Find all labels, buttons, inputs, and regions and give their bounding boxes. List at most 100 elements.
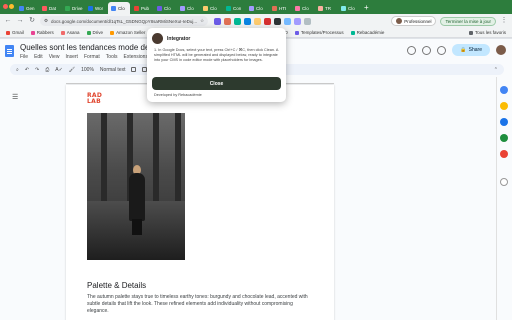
tab-favicon-icon xyxy=(134,5,139,11)
new-tab-button[interactable]: + xyxy=(364,2,369,14)
collapse-toolbar-icon[interactable]: ⌃ xyxy=(494,67,498,73)
browser-tab[interactable]: Clo xyxy=(200,2,222,14)
browser-tab[interactable]: Clo xyxy=(338,2,360,14)
tab-favicon-icon xyxy=(341,5,346,11)
bookmark-item[interactable]: Asana xyxy=(60,30,80,35)
tab-favicon-icon xyxy=(318,5,323,11)
browser-tab[interactable]: Gen xyxy=(16,2,38,14)
popup-instructions: 1. In Google Docs, select your text, pre… xyxy=(154,48,279,62)
spellcheck-icon[interactable]: A✓ xyxy=(55,67,63,73)
browser-tab[interactable]: HTI xyxy=(269,2,291,14)
bookmark-star-icon[interactable]: ☆ xyxy=(200,18,204,24)
extension-icon[interactable] xyxy=(254,17,262,25)
back-arrow-icon[interactable]: ← xyxy=(4,17,12,25)
calendar-icon[interactable] xyxy=(500,86,508,94)
site-info-icon[interactable]: ⚙ xyxy=(44,18,48,24)
folder-icon xyxy=(468,30,473,35)
menu-insert[interactable]: Insert xyxy=(65,54,78,60)
bookmark-favicon-icon xyxy=(294,30,299,35)
close-button[interactable]: Close xyxy=(152,77,281,90)
browser-tab[interactable]: TR xyxy=(315,2,337,14)
address-bar[interactable]: ⚙ docs.google.com/document/d/1qTsL_G5DNG… xyxy=(40,16,209,26)
extension-icon[interactable] xyxy=(284,17,292,25)
extension-icon[interactable] xyxy=(264,17,272,25)
bookmark-item[interactable]: Drive xyxy=(86,30,103,35)
bookmark-favicon-icon xyxy=(110,30,115,35)
browser-tab[interactable]: Wor xyxy=(85,2,107,14)
extension-icon[interactable] xyxy=(244,17,252,25)
add-addon-icon[interactable] xyxy=(500,178,508,186)
browser-tab-active[interactable]: Clo xyxy=(108,2,130,14)
comments-icon[interactable] xyxy=(422,45,432,55)
bookmark-item[interactable]: Rabbers xyxy=(30,30,54,35)
extension-icon[interactable] xyxy=(224,17,232,25)
side-panel xyxy=(496,77,512,320)
maps-icon[interactable] xyxy=(500,150,508,158)
undo-icon[interactable]: ↶ xyxy=(25,67,29,73)
share-button[interactable]: 🔒 Share xyxy=(452,44,490,56)
window-close-icon[interactable] xyxy=(3,4,8,9)
paint-format-icon[interactable]: 🖌 xyxy=(69,67,75,73)
menu-kebab-icon[interactable]: ⋮ xyxy=(500,17,508,25)
profile-label: Professionnel xyxy=(404,18,432,24)
menu-edit[interactable]: Edit xyxy=(34,54,43,60)
all-bookmarks-folder[interactable]: Tous les favoris xyxy=(468,30,506,35)
tab-favicon-icon xyxy=(88,5,93,11)
extensions-row xyxy=(214,17,312,25)
finish-update-button[interactable]: Terminer la mise à jour xyxy=(440,16,496,26)
tab-favicon-icon xyxy=(65,5,70,11)
zoom-select[interactable]: 100% xyxy=(81,67,94,73)
menu-file[interactable]: File xyxy=(20,54,28,60)
profile-avatar-icon xyxy=(396,18,403,24)
reload-icon[interactable]: ↻ xyxy=(28,17,36,25)
browser-tab[interactable]: Con xyxy=(223,2,245,14)
bookmark-item[interactable]: Templates/Processus xyxy=(294,30,344,35)
menu-format[interactable]: Format xyxy=(84,54,100,60)
window-minimize-icon[interactable] xyxy=(9,4,14,9)
tab-favicon-icon xyxy=(226,5,231,11)
keep-icon[interactable] xyxy=(500,102,508,110)
browser-tab[interactable]: Clo xyxy=(292,2,314,14)
google-docs-logo-icon[interactable] xyxy=(5,45,14,57)
forward-arrow-icon[interactable]: → xyxy=(16,17,24,25)
popup-title: Integrator xyxy=(167,36,191,42)
puzzle-icon[interactable] xyxy=(304,17,312,25)
contacts-icon[interactable] xyxy=(500,134,508,142)
browser-tab[interactable]: Drive xyxy=(62,2,84,14)
browser-tab[interactable]: Pub xyxy=(131,2,153,14)
docs-header-actions: 🔒 Share xyxy=(407,44,506,56)
bookmark-item[interactable]: Rebacadémie xyxy=(350,30,384,35)
meet-icon[interactable] xyxy=(437,45,447,55)
search-menus-icon[interactable]: ⌕ xyxy=(16,67,19,73)
browser-tab[interactable]: Clo xyxy=(177,2,199,14)
bookmark-item[interactable]: Gmail xyxy=(6,30,24,35)
tasks-icon[interactable] xyxy=(500,118,508,126)
browser-toolbar: ← → ↻ ⚙ docs.google.com/document/d/1qTsL… xyxy=(0,14,512,28)
style-select[interactable]: Normal text xyxy=(100,67,126,73)
menu-extensions[interactable]: Extensions xyxy=(123,54,147,60)
print-icon[interactable]: ⎙ xyxy=(45,67,49,73)
profile-chip[interactable]: Professionnel xyxy=(391,16,437,26)
account-avatar[interactable] xyxy=(496,45,506,55)
extension-icon[interactable] xyxy=(234,17,242,25)
menu-tools[interactable]: Tools xyxy=(106,54,118,60)
outline-toggle-icon[interactable]: ☰ xyxy=(12,93,20,101)
tab-favicon-icon xyxy=(42,5,47,11)
brand-logo: RAD LAB xyxy=(87,92,103,105)
extension-icon[interactable] xyxy=(294,17,302,25)
history-icon[interactable] xyxy=(407,45,417,55)
browser-tab[interactable]: Clo xyxy=(154,2,176,14)
extension-icon[interactable] xyxy=(214,17,222,25)
browser-tab[interactable]: Clo xyxy=(246,2,268,14)
popup-footer: Developed by Rebacadémie xyxy=(154,93,202,97)
bookmark-favicon-icon xyxy=(6,30,10,35)
bookmark-favicon-icon xyxy=(350,30,355,35)
fashion-photo[interactable] xyxy=(87,113,185,260)
browser-tab[interactable]: Dat xyxy=(39,2,61,14)
redo-icon[interactable]: ↷ xyxy=(35,67,39,73)
toolbar-icon[interactable] xyxy=(131,67,137,72)
menu-view[interactable]: View xyxy=(49,54,60,60)
tab-favicon-icon xyxy=(180,5,185,11)
bookmark-item[interactable]: Amazon Seller xyxy=(110,30,145,35)
extension-icon[interactable] xyxy=(274,17,282,25)
